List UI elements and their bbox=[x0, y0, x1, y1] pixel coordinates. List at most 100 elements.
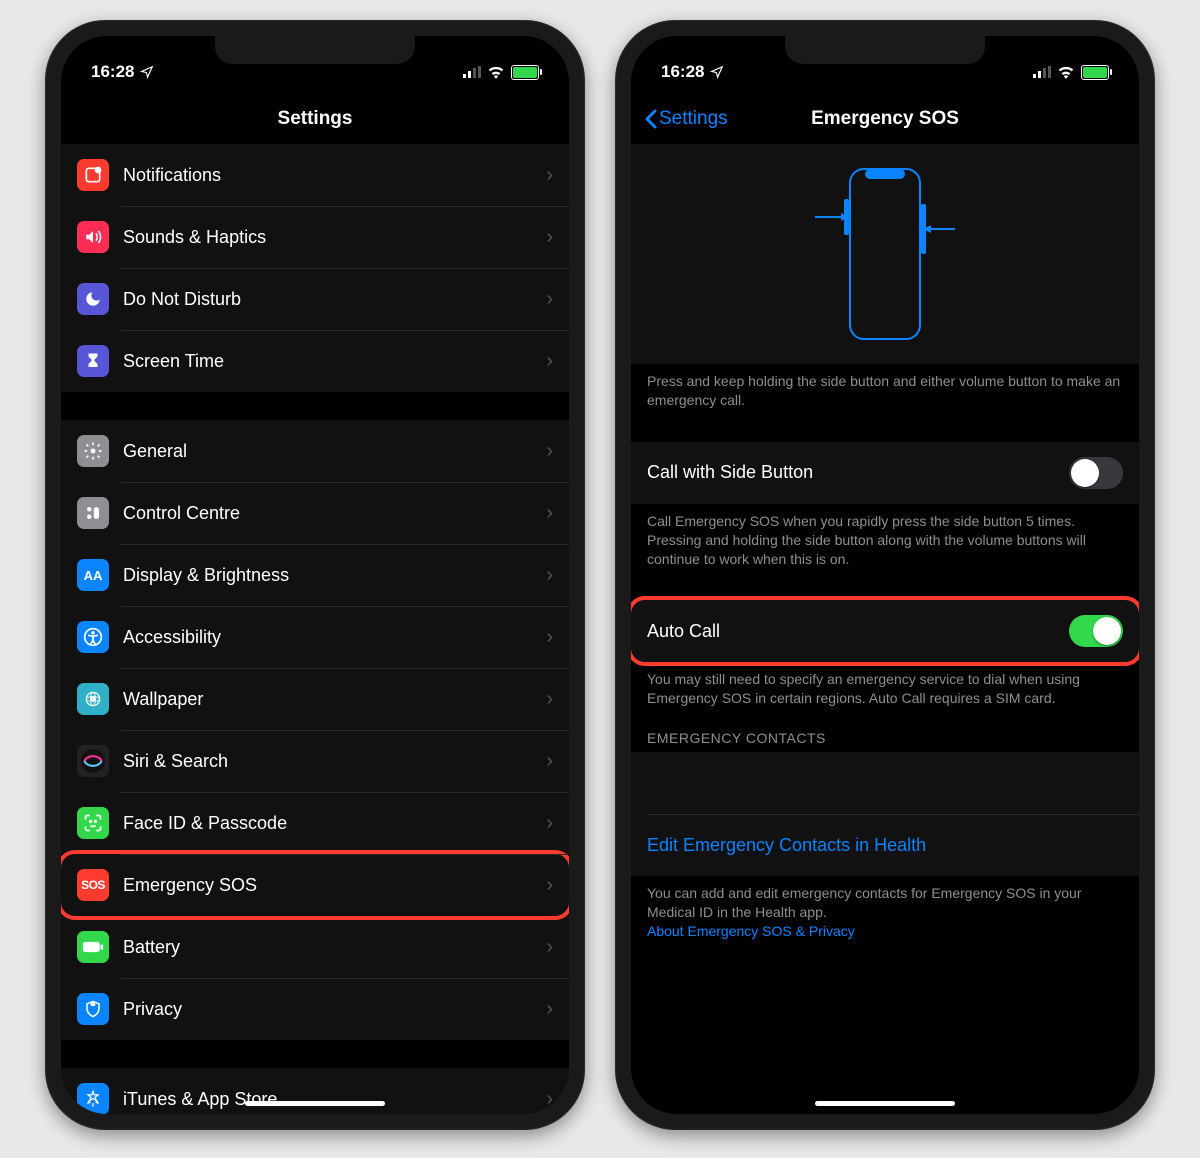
row-label: Sounds & Haptics bbox=[123, 227, 546, 248]
faceid-icon bbox=[77, 807, 109, 839]
row-label: Notifications bbox=[123, 165, 546, 186]
general-icon bbox=[77, 435, 109, 467]
settings-content[interactable]: Notifications›Sounds & Haptics›Do Not Di… bbox=[61, 144, 569, 1114]
chevron-right-icon: › bbox=[546, 750, 553, 773]
sos-icon: SOS bbox=[77, 869, 109, 901]
sos-illustration bbox=[631, 144, 1139, 364]
home-indicator[interactable] bbox=[245, 1101, 385, 1106]
chevron-right-icon: › bbox=[546, 502, 553, 525]
wifi-icon bbox=[487, 66, 505, 79]
privacy-icon bbox=[77, 993, 109, 1025]
notch bbox=[215, 36, 415, 64]
row-accessibility[interactable]: Accessibility› bbox=[61, 606, 569, 668]
notch bbox=[785, 36, 985, 64]
row-label: Screen Time bbox=[123, 351, 546, 372]
row-label: Display & Brightness bbox=[123, 565, 546, 586]
row-label: Accessibility bbox=[123, 627, 546, 648]
row-label: Privacy bbox=[123, 999, 546, 1020]
row-call-with-side-button[interactable]: Call with Side Button bbox=[631, 442, 1139, 504]
row-label: Emergency SOS bbox=[123, 875, 546, 896]
row-notifications[interactable]: Notifications› bbox=[61, 144, 569, 206]
row-sos[interactable]: SOS Emergency SOS› bbox=[61, 854, 569, 916]
chevron-right-icon: › bbox=[546, 936, 553, 959]
chevron-right-icon: › bbox=[546, 626, 553, 649]
row-siri[interactable]: Siri & Search› bbox=[61, 730, 569, 792]
chevron-right-icon: › bbox=[546, 350, 553, 373]
settings-group-3: iTunes & App Store› bbox=[61, 1068, 569, 1114]
emergency-contacts-header: EMERGENCY CONTACTS bbox=[631, 712, 1139, 752]
row-dnd[interactable]: Do Not Disturb› bbox=[61, 268, 569, 330]
status-time: 16:28 bbox=[661, 62, 704, 82]
notifications-icon bbox=[77, 159, 109, 191]
wallpaper-icon bbox=[77, 683, 109, 715]
row-empty-contact bbox=[631, 752, 1139, 814]
row-label: Siri & Search bbox=[123, 751, 546, 772]
row-label: Face ID & Passcode bbox=[123, 813, 546, 834]
screentime-icon bbox=[77, 345, 109, 377]
edit-contacts-link: Edit Emergency Contacts in Health bbox=[647, 835, 1123, 856]
row-auto-call[interactable]: Auto Call bbox=[631, 600, 1139, 662]
row-label: Control Centre bbox=[123, 503, 546, 524]
phone-left: 16:28 Settings Notifications›Sounds & Ha… bbox=[45, 20, 585, 1130]
row-label: Battery bbox=[123, 937, 546, 958]
contacts-footer: You can add and edit emergency contacts … bbox=[631, 876, 1139, 945]
row-label: Auto Call bbox=[647, 621, 1069, 642]
battery-icon bbox=[77, 931, 109, 963]
row-battery[interactable]: Battery› bbox=[61, 916, 569, 978]
chevron-right-icon: › bbox=[546, 440, 553, 463]
home-indicator[interactable] bbox=[815, 1101, 955, 1106]
row-general[interactable]: General› bbox=[61, 420, 569, 482]
row-label: General bbox=[123, 441, 546, 462]
chevron-right-icon: › bbox=[546, 288, 553, 311]
navbar: Settings Emergency SOS bbox=[631, 98, 1139, 144]
page-title: Settings bbox=[278, 108, 353, 129]
row-label: Wallpaper bbox=[123, 689, 546, 710]
back-label: Settings bbox=[659, 108, 728, 130]
signal-icon bbox=[1033, 66, 1051, 78]
battery-icon bbox=[511, 65, 539, 80]
sos-content[interactable]: Press and keep holding the side button a… bbox=[631, 144, 1139, 1114]
call-side-footer: Call Emergency SOS when you rapidly pres… bbox=[631, 504, 1139, 573]
settings-group-2: General›Control Centre›AADisplay & Brigh… bbox=[61, 420, 569, 1040]
accessibility-icon bbox=[77, 621, 109, 653]
row-display[interactable]: AADisplay & Brightness› bbox=[61, 544, 569, 606]
page-title: Emergency SOS bbox=[811, 108, 959, 129]
chevron-right-icon: › bbox=[546, 1088, 553, 1111]
row-sounds[interactable]: Sounds & Haptics› bbox=[61, 206, 569, 268]
chevron-right-icon: › bbox=[546, 164, 553, 187]
sounds-icon bbox=[77, 221, 109, 253]
chevron-right-icon: › bbox=[546, 226, 553, 249]
signal-icon bbox=[463, 66, 481, 78]
controlcentre-icon bbox=[77, 497, 109, 529]
chevron-right-icon: › bbox=[546, 564, 553, 587]
chevron-right-icon: › bbox=[546, 874, 553, 897]
illustration-caption: Press and keep holding the side button a… bbox=[631, 364, 1139, 414]
dnd-icon bbox=[77, 283, 109, 315]
back-button[interactable]: Settings bbox=[645, 108, 728, 130]
sos-privacy-link[interactable]: About Emergency SOS & Privacy bbox=[647, 923, 855, 939]
battery-icon bbox=[1081, 65, 1109, 80]
row-edit-contacts[interactable]: Edit Emergency Contacts in Health bbox=[631, 814, 1139, 876]
chevron-right-icon: › bbox=[546, 998, 553, 1021]
navbar: Settings bbox=[61, 98, 569, 144]
row-controlcentre[interactable]: Control Centre› bbox=[61, 482, 569, 544]
toggle-call-side[interactable] bbox=[1069, 457, 1123, 489]
location-icon bbox=[710, 65, 724, 79]
row-screentime[interactable]: Screen Time› bbox=[61, 330, 569, 392]
row-label: iTunes & App Store bbox=[123, 1089, 546, 1110]
row-privacy[interactable]: Privacy› bbox=[61, 978, 569, 1040]
auto-call-footer: You may still need to specify an emergen… bbox=[631, 662, 1139, 712]
phone-right: 16:28 Settings Emergency SOS bbox=[615, 20, 1155, 1130]
itunes-icon bbox=[77, 1083, 109, 1114]
wifi-icon bbox=[1057, 66, 1075, 79]
row-label: Do Not Disturb bbox=[123, 289, 546, 310]
toggle-auto-call[interactable] bbox=[1069, 615, 1123, 647]
row-wallpaper[interactable]: Wallpaper› bbox=[61, 668, 569, 730]
location-icon bbox=[140, 65, 154, 79]
settings-group-1: Notifications›Sounds & Haptics›Do Not Di… bbox=[61, 144, 569, 392]
row-label: Call with Side Button bbox=[647, 462, 1069, 483]
row-itunes[interactable]: iTunes & App Store› bbox=[61, 1068, 569, 1114]
siri-icon bbox=[77, 745, 109, 777]
row-faceid[interactable]: Face ID & Passcode› bbox=[61, 792, 569, 854]
chevron-right-icon: › bbox=[546, 688, 553, 711]
